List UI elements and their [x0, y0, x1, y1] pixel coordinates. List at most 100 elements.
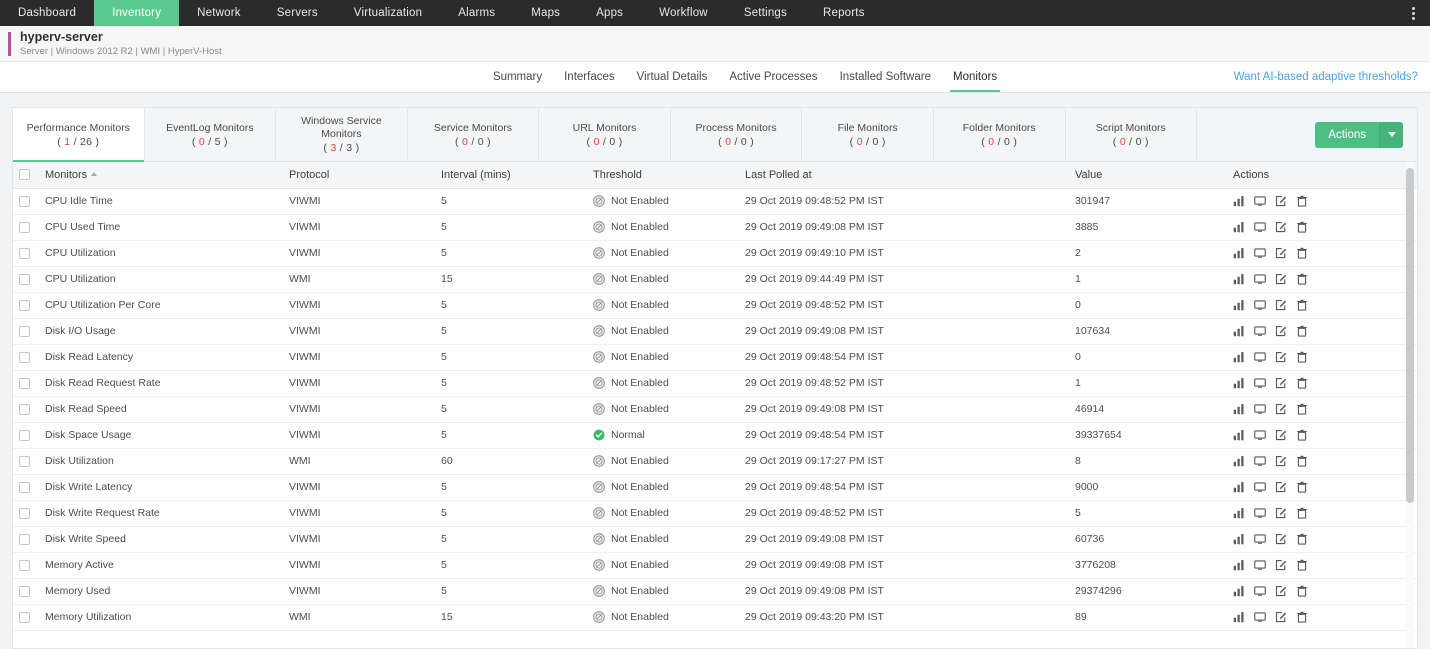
bar-chart-icon[interactable] — [1233, 351, 1245, 363]
chevron-down-icon[interactable] — [1379, 121, 1403, 148]
row-checkbox[interactable] — [19, 299, 30, 311]
trash-icon[interactable] — [1296, 221, 1308, 233]
trash-icon[interactable] — [1296, 533, 1308, 545]
monitor-screen-icon[interactable] — [1254, 247, 1266, 259]
table-row[interactable]: Disk Write Latency VIWMI 5 Not Enabled 29 Oc… — [13, 474, 1417, 501]
topnav-item-apps[interactable]: Apps — [578, 0, 641, 26]
monitor-screen-icon[interactable] — [1254, 481, 1266, 493]
table-row[interactable]: CPU Utilization VIWMI 5 Not Enabled 29 Oct 2… — [13, 240, 1417, 267]
trash-icon[interactable] — [1296, 325, 1308, 337]
edit-pencil-icon[interactable] — [1275, 221, 1287, 233]
row-checkbox[interactable] — [19, 377, 30, 389]
bar-chart-icon[interactable] — [1233, 533, 1245, 545]
trash-icon[interactable] — [1296, 585, 1308, 597]
cell-monitor-name[interactable]: Disk I/O Usage — [39, 318, 283, 345]
table-row[interactable]: Memory Used VIWMI 5 Not Enabled 29 Oct 2019 … — [13, 578, 1417, 605]
table-row[interactable]: CPU Idle Time VIWMI 5 Not Enabled 29 Oct 201… — [13, 188, 1417, 215]
row-checkbox[interactable] — [19, 559, 30, 571]
cell-monitor-name[interactable]: CPU Utilization — [39, 266, 283, 293]
edit-pencil-icon[interactable] — [1275, 351, 1287, 363]
monitor-screen-icon[interactable] — [1254, 221, 1266, 233]
column-header-interval[interactable]: Interval (mins) — [435, 162, 587, 189]
row-checkbox[interactable] — [19, 585, 30, 597]
edit-pencil-icon[interactable] — [1275, 325, 1287, 337]
bar-chart-icon[interactable] — [1233, 429, 1245, 441]
column-header-monitors[interactable]: Monitors — [39, 162, 283, 189]
table-row[interactable]: Disk I/O Usage VIWMI 5 Not Enabled 29 Oct 20… — [13, 318, 1417, 345]
topnav-item-network[interactable]: Network — [179, 0, 259, 26]
cell-monitor-name[interactable]: Disk Read Speed — [39, 396, 283, 423]
trash-icon[interactable] — [1296, 351, 1308, 363]
row-checkbox[interactable] — [19, 273, 30, 285]
edit-pencil-icon[interactable] — [1275, 533, 1287, 545]
topnav-item-reports[interactable]: Reports — [805, 0, 883, 26]
table-row[interactable]: Disk Write Request Rate VIWMI 5 Not Enabled… — [13, 500, 1417, 527]
bar-chart-icon[interactable] — [1233, 455, 1245, 467]
table-row[interactable]: Memory Utilization WMI 15 Not Enabled 29 Oct… — [13, 604, 1417, 631]
tab-monitors[interactable]: Monitors — [942, 62, 1008, 92]
table-row[interactable]: Disk Read Request Rate VIWMI 5 Not Enabled 2… — [13, 370, 1417, 397]
bar-chart-icon[interactable] — [1233, 247, 1245, 259]
monitor-type-tab-script-monitors[interactable]: Script Monitors( 0 / 0 ) — [1066, 108, 1198, 161]
trash-icon[interactable] — [1296, 455, 1308, 467]
monitor-screen-icon[interactable] — [1254, 429, 1266, 441]
row-checkbox[interactable] — [19, 455, 30, 467]
monitor-screen-icon[interactable] — [1254, 533, 1266, 545]
bar-chart-icon[interactable] — [1233, 507, 1245, 519]
tab-active-processes[interactable]: Active Processes — [718, 62, 828, 92]
edit-pencil-icon[interactable] — [1275, 611, 1287, 623]
bar-chart-icon[interactable] — [1233, 195, 1245, 207]
monitor-type-tab-url-monitors[interactable]: URL Monitors( 0 / 0 ) — [539, 108, 671, 161]
topnav-item-servers[interactable]: Servers — [259, 0, 336, 26]
cell-monitor-name[interactable]: Memory Active — [39, 552, 283, 579]
bar-chart-icon[interactable] — [1233, 481, 1245, 493]
trash-icon[interactable] — [1296, 507, 1308, 519]
cell-monitor-name[interactable]: Disk Utilization — [39, 448, 283, 475]
topnav-item-dashboard[interactable]: Dashboard — [0, 0, 94, 26]
bar-chart-icon[interactable] — [1233, 221, 1245, 233]
cell-monitor-name[interactable]: CPU Utilization Per Core — [39, 292, 283, 319]
monitor-screen-icon[interactable] — [1254, 507, 1266, 519]
select-all-checkbox[interactable] — [19, 169, 30, 181]
trash-icon[interactable] — [1296, 429, 1308, 441]
cell-monitor-name[interactable]: Disk Space Usage — [39, 422, 283, 449]
row-checkbox[interactable] — [19, 481, 30, 493]
monitor-screen-icon[interactable] — [1254, 273, 1266, 285]
monitor-type-tab-process-monitors[interactable]: Process Monitors( 0 / 0 ) — [671, 108, 803, 161]
cell-monitor-name[interactable]: CPU Idle Time — [39, 188, 283, 215]
topnav-item-alarms[interactable]: Alarms — [440, 0, 513, 26]
topnav-item-settings[interactable]: Settings — [726, 0, 805, 26]
table-row[interactable]: Disk Utilization WMI 60 Not Enabled 29 Oct 2… — [13, 448, 1417, 475]
monitor-screen-icon[interactable] — [1254, 351, 1266, 363]
monitor-type-tab-eventlog-monitors[interactable]: EventLog Monitors( 0 / 5 ) — [145, 108, 277, 161]
trash-icon[interactable] — [1296, 299, 1308, 311]
edit-pencil-icon[interactable] — [1275, 559, 1287, 571]
trash-icon[interactable] — [1296, 403, 1308, 415]
row-checkbox[interactable] — [19, 325, 30, 337]
monitor-screen-icon[interactable] — [1254, 611, 1266, 623]
table-row[interactable]: Disk Read Speed VIWMI 5 Not Enabled 29 Oct 2… — [13, 396, 1417, 423]
row-checkbox[interactable] — [19, 351, 30, 363]
trash-icon[interactable] — [1296, 377, 1308, 389]
monitor-screen-icon[interactable] — [1254, 585, 1266, 597]
edit-pencil-icon[interactable] — [1275, 273, 1287, 285]
monitor-screen-icon[interactable] — [1254, 403, 1266, 415]
table-row[interactable]: Disk Write Speed VIWMI 5 Not Enabled 29 Oct … — [13, 526, 1417, 553]
topnav-item-inventory[interactable]: Inventory — [94, 0, 180, 26]
row-checkbox[interactable] — [19, 611, 30, 623]
tab-summary[interactable]: Summary — [482, 62, 553, 92]
topnav-item-maps[interactable]: Maps — [513, 0, 578, 26]
more-vertical-icon[interactable] — [1402, 0, 1424, 26]
cell-monitor-name[interactable]: Disk Write Request Rate — [39, 500, 283, 527]
trash-icon[interactable] — [1296, 611, 1308, 623]
topnav-item-workflow[interactable]: Workflow — [641, 0, 726, 26]
edit-pencil-icon[interactable] — [1275, 455, 1287, 467]
cell-monitor-name[interactable]: CPU Utilization — [39, 240, 283, 267]
row-checkbox[interactable] — [19, 195, 30, 207]
edit-pencil-icon[interactable] — [1275, 247, 1287, 259]
edit-pencil-icon[interactable] — [1275, 403, 1287, 415]
edit-pencil-icon[interactable] — [1275, 585, 1287, 597]
bar-chart-icon[interactable] — [1233, 559, 1245, 571]
monitor-screen-icon[interactable] — [1254, 559, 1266, 571]
row-checkbox[interactable] — [19, 403, 30, 415]
